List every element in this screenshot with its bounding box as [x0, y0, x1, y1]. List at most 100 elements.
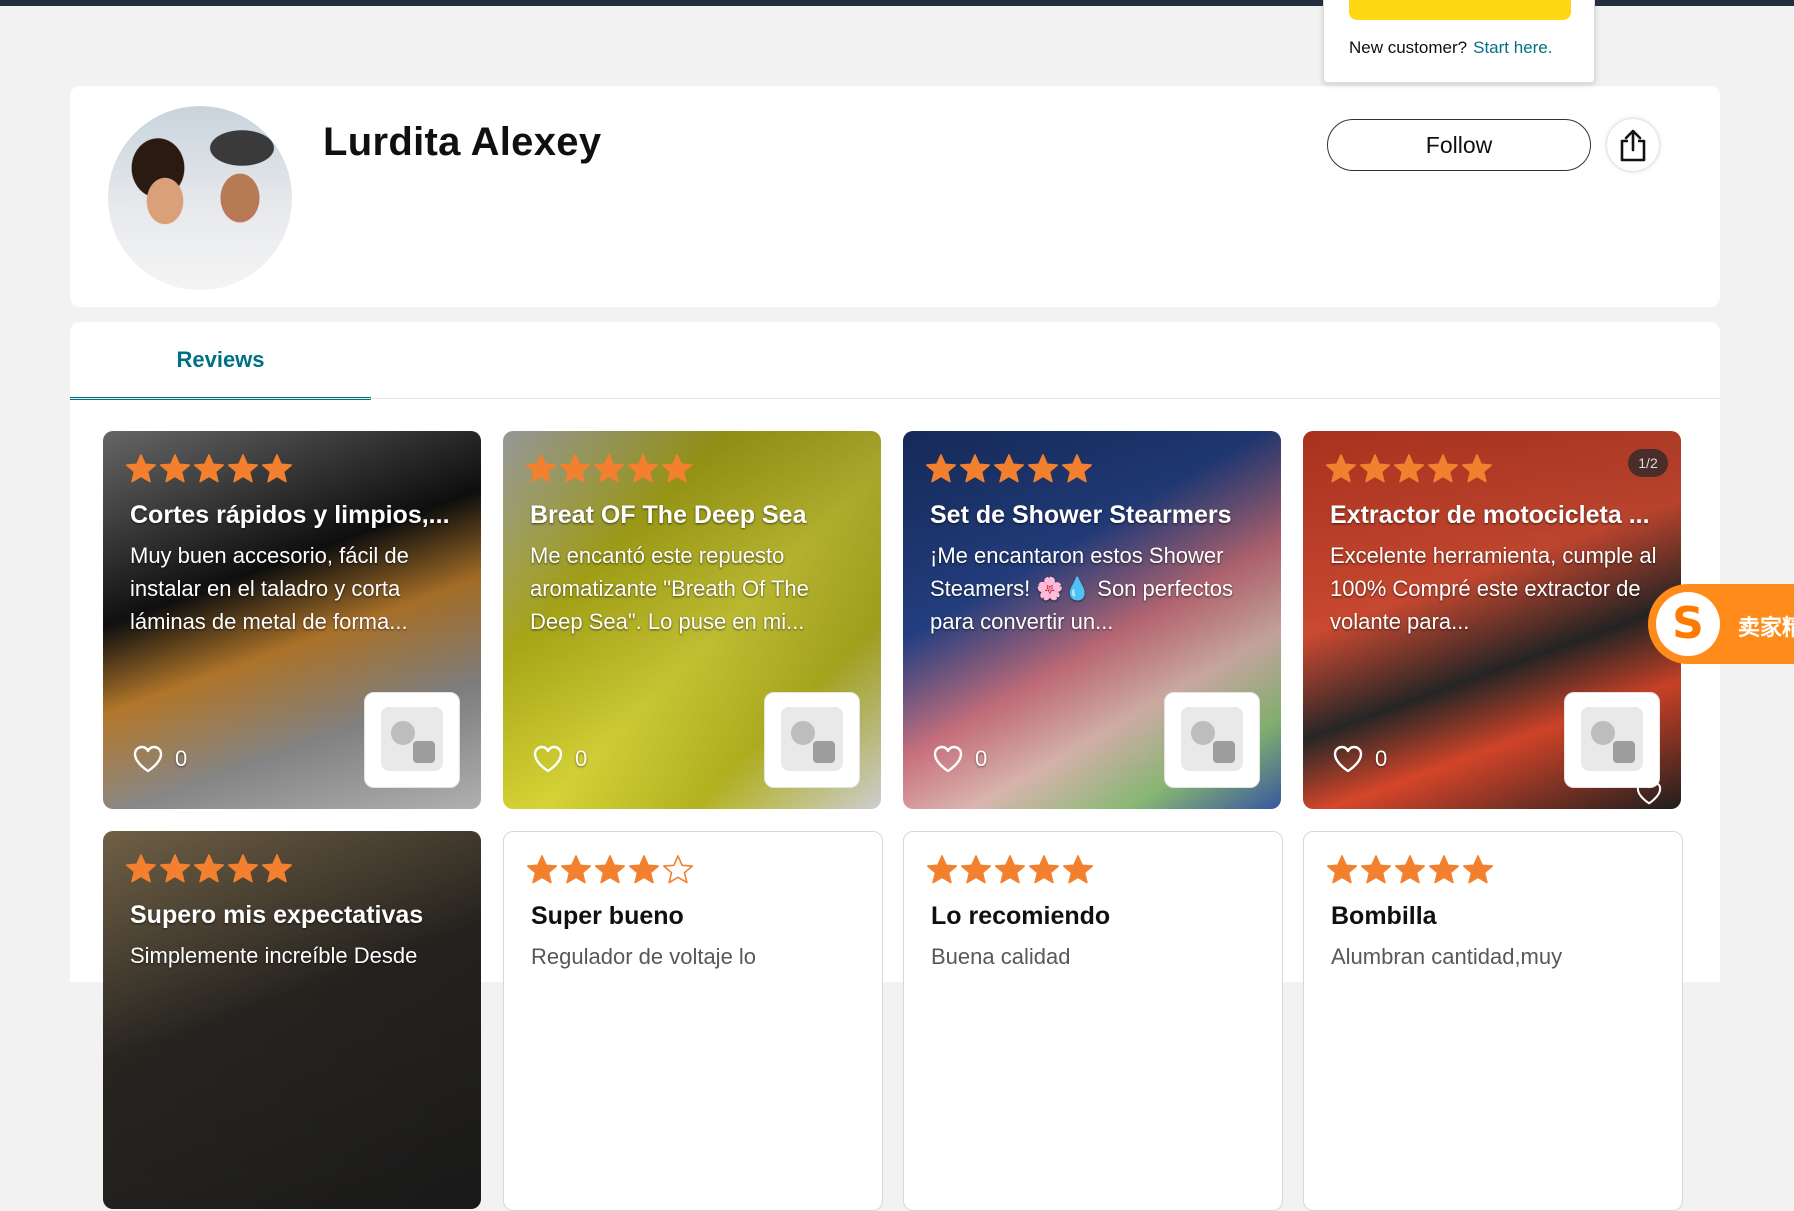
air-freshener-icon[interactable]: [764, 692, 860, 788]
review-card[interactable]: Supero mis expectativas Simplemente incre…: [103, 831, 481, 1209]
like-button[interactable]: 0: [533, 745, 587, 773]
like-button[interactable]: 0: [133, 745, 187, 773]
star-filled-icon: [194, 454, 224, 483]
star-filled-icon: [926, 454, 956, 483]
review-title: Supero mis expectativas: [130, 901, 424, 929]
shower-steamer-icon[interactable]: [1164, 692, 1260, 788]
like-button[interactable]: 0: [1333, 745, 1387, 773]
review-card[interactable]: Set de Shower Stearmers ¡Me encantaron es…: [903, 431, 1281, 809]
avatar: [108, 106, 292, 290]
review-body: Buena calidad: [931, 944, 1071, 969]
review-body: Me encantó este repuesto aromatizante "B…: [530, 543, 809, 634]
review-body: Alumbran cantidad,muy: [1331, 944, 1563, 969]
star-filled-icon: [194, 854, 224, 883]
like-count: 0: [175, 746, 188, 771]
star-filled-icon: [1428, 454, 1458, 483]
star-filled-icon: [126, 854, 156, 883]
star-filled-icon: [662, 454, 692, 483]
star-filled-icon: [1360, 454, 1390, 483]
heart-icon: [1333, 745, 1363, 773]
star-rating: [926, 854, 1094, 886]
profile-card: Lurdita Alexey Follow: [70, 86, 1720, 307]
star-filled-icon: [228, 454, 258, 483]
star-filled-icon: [595, 855, 625, 884]
review-title: Cortes rápidos y limpios,...: [130, 501, 450, 529]
star-rating: [526, 854, 694, 886]
reviews-section: Reviews Cortes rápidos y limpios,... Muy …: [70, 322, 1720, 1211]
star-filled-icon: [1062, 454, 1092, 483]
review-title: Extractor de motocicleta ...: [1330, 501, 1650, 529]
new-customer-label: New customer?: [1349, 38, 1468, 57]
star-filled-icon: [228, 854, 258, 883]
heart-icon: [533, 745, 563, 773]
review-card[interactable]: Super bueno Regulador de voltaje lo: [503, 831, 883, 1211]
star-filled-icon: [1462, 454, 1492, 483]
star-filled-icon: [994, 454, 1024, 483]
star-filled-icon: [262, 854, 292, 883]
extension-widget[interactable]: S 卖家精: [1648, 584, 1794, 664]
star-filled-icon: [594, 454, 624, 483]
product-image: [381, 707, 443, 771]
share-icon: [1620, 129, 1646, 162]
star-rating: [525, 453, 693, 485]
star-filled-icon: [1326, 454, 1356, 483]
review-card[interactable]: Breat OF The Deep Sea Me encantó este rep…: [503, 431, 881, 809]
heart-icon[interactable]: [1636, 781, 1662, 809]
review-body: Regulador de voltaje lo: [531, 944, 757, 969]
review-card[interactable]: Bombilla Alumbran cantidad,muy: [1303, 831, 1683, 1211]
star-empty-icon: [663, 855, 693, 884]
review-body: ¡Me encantaron estos Shower Steamers! 🌸💧…: [930, 543, 1234, 634]
share-button[interactable]: [1607, 119, 1659, 171]
review-title: Breat OF The Deep Sea: [530, 501, 807, 529]
star-rating: [925, 453, 1093, 485]
like-count: 0: [1375, 746, 1388, 771]
star-rating: [1326, 854, 1494, 886]
star-filled-icon: [126, 454, 156, 483]
product-image: [1181, 707, 1243, 771]
star-filled-icon: [262, 454, 292, 483]
extension-logo-icon: S: [1656, 592, 1720, 656]
review-card[interactable]: Cortes rápidos y limpios,... Muy buen acc…: [103, 431, 481, 809]
signin-button[interactable]: [1349, 0, 1571, 20]
star-filled-icon: [927, 855, 957, 884]
star-filled-icon: [526, 454, 556, 483]
star-filled-icon: [160, 854, 190, 883]
start-here-link[interactable]: Start here.: [1473, 38, 1552, 57]
star-filled-icon: [1394, 454, 1424, 483]
extractor-kit-icon[interactable]: [1564, 692, 1660, 788]
profile-name: Lurdita Alexey: [323, 120, 602, 164]
review-body: Excelente herramienta, cumple al 100% Co…: [1330, 543, 1657, 634]
like-count: 0: [975, 746, 988, 771]
extension-text: 卖家精: [1738, 615, 1794, 640]
review-body: Simplemente increíble Desde: [130, 943, 418, 968]
star-filled-icon: [527, 855, 557, 884]
signin-flyout: New customer? Start here.: [1323, 0, 1595, 83]
tab-reviews[interactable]: Reviews: [70, 322, 371, 400]
star-filled-icon: [1029, 855, 1059, 884]
tabs-divider: [70, 398, 1720, 399]
star-filled-icon: [629, 855, 659, 884]
heart-icon: [933, 745, 963, 773]
drill-attachment-icon[interactable]: [364, 692, 460, 788]
follow-button[interactable]: Follow: [1327, 119, 1591, 171]
star-filled-icon: [1028, 454, 1058, 483]
review-body: Muy buen accesorio, fácil de instalar en…: [130, 543, 409, 634]
like-button[interactable]: 0: [933, 745, 987, 773]
image-count-badge: 1/2: [1628, 449, 1668, 477]
star-filled-icon: [995, 855, 1025, 884]
review-photo: [103, 831, 481, 1209]
review-card[interactable]: Lo recomiendo Buena calidad: [903, 831, 1283, 1211]
star-filled-icon: [961, 855, 991, 884]
star-filled-icon: [960, 454, 990, 483]
heart-icon: [133, 745, 163, 773]
star-filled-icon: [1063, 855, 1093, 884]
star-filled-icon: [628, 454, 658, 483]
star-rating: [125, 453, 293, 485]
star-rating: [125, 853, 293, 885]
star-filled-icon: [1395, 855, 1425, 884]
review-title: Lo recomiendo: [931, 902, 1111, 930]
star-filled-icon: [1361, 855, 1391, 884]
star-filled-icon: [1463, 855, 1493, 884]
product-image: [781, 707, 843, 771]
review-card[interactable]: Extractor de motocicleta ... Excelente he…: [1303, 431, 1681, 809]
